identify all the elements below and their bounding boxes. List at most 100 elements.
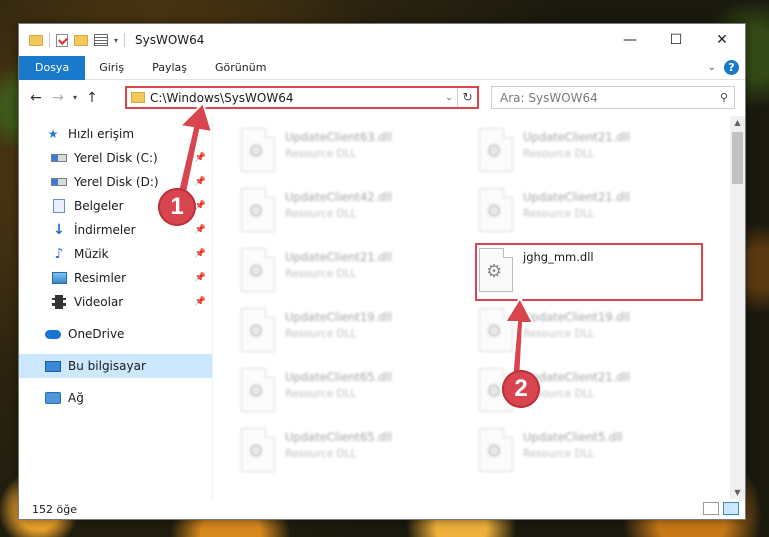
forward-button[interactable]: → — [47, 90, 69, 106]
dll-file-icon: ⚙ — [479, 308, 513, 352]
document-icon — [51, 198, 67, 214]
file-item[interactable]: ⚙ UpdateClient5.dll Resource DLL — [479, 426, 699, 482]
toolbar-divider — [124, 33, 126, 47]
tab-share[interactable]: Paylaş — [138, 56, 201, 80]
nav-label: İndirmeler — [74, 223, 136, 237]
pin-icon[interactable]: 📌 — [195, 297, 206, 307]
properties-check-icon[interactable] — [56, 33, 68, 47]
file-item[interactable]: ⚙ UpdateClient63.dll Resource DLL — [241, 126, 461, 182]
scroll-down-arrow-icon[interactable]: ▼ — [730, 488, 745, 497]
nav-item-pictures[interactable]: Resimler 📌 — [19, 266, 212, 290]
tiles-view-icon[interactable] — [723, 502, 739, 515]
address-dropdown-chevron-icon[interactable]: ⌄ — [441, 93, 457, 103]
nav-item-videos[interactable]: Videolar 📌 — [19, 290, 212, 314]
tab-home[interactable]: Giriş — [85, 56, 138, 80]
nav-quick-access[interactable]: ★ Hızlı erişim — [19, 122, 212, 146]
dll-file-icon: ⚙ — [241, 428, 275, 472]
scrollbar-thumb[interactable] — [732, 132, 743, 184]
dll-file-icon: ⚙ — [241, 188, 275, 232]
drive-icon — [51, 174, 67, 190]
nav-label: Müzik — [74, 247, 109, 261]
dll-file-icon: ⚙ — [479, 428, 513, 472]
nav-item-local-disk-c[interactable]: Yerel Disk (C:) 📌 — [19, 146, 212, 170]
target-file-highlight — [475, 243, 703, 301]
up-button[interactable]: ↑ — [81, 90, 103, 106]
status-bar: 152 öğe — [19, 499, 745, 519]
minimize-button[interactable]: — — [607, 24, 653, 56]
file-type: Resource DLL — [523, 328, 595, 340]
file-type: Resource DLL — [523, 448, 595, 460]
recent-locations-chevron-icon[interactable]: ▾ — [69, 93, 81, 102]
pin-icon[interactable]: 📌 — [195, 273, 206, 283]
file-type: Resource DLL — [285, 268, 357, 280]
nav-label: Belgeler — [74, 199, 124, 213]
back-button[interactable]: ← — [25, 90, 47, 106]
address-path[interactable]: C:\Windows\SysWOW64 — [150, 91, 441, 105]
refresh-icon[interactable]: ↻ — [457, 88, 477, 107]
nav-label: Videolar — [74, 295, 124, 309]
nav-onedrive[interactable]: OneDrive — [19, 322, 212, 346]
dll-file-icon: ⚙ — [241, 248, 275, 292]
item-count: 152 öğe — [32, 502, 77, 516]
dll-file-icon: ⚙ — [241, 368, 275, 412]
file-item[interactable]: ⚙ UpdateClient19.dll Resource DLL — [479, 306, 699, 362]
file-type: Resource DLL — [285, 148, 357, 160]
details-view-icon[interactable] — [703, 502, 719, 515]
close-button[interactable]: ✕ — [699, 24, 745, 56]
file-item[interactable]: ⚙ UpdateClient21.dll Resource DLL — [479, 186, 699, 242]
view-toggle — [703, 502, 739, 515]
dll-file-icon: ⚙ — [241, 308, 275, 352]
file-item[interactable]: ⚙ UpdateClient21.dll Resource DLL — [479, 126, 699, 182]
pin-icon[interactable]: 📌 — [195, 249, 206, 259]
new-folder-icon[interactable] — [74, 34, 88, 46]
nav-label: Yerel Disk (C:) — [74, 151, 158, 165]
video-icon — [51, 294, 67, 310]
pin-icon[interactable]: 📌 — [195, 225, 206, 235]
tab-view[interactable]: Görünüm — [201, 56, 280, 80]
pin-icon[interactable]: 📌 — [195, 153, 206, 163]
file-name: UpdateClient21.dll — [285, 250, 392, 264]
scroll-up-arrow-icon[interactable]: ▲ — [730, 118, 745, 127]
cloud-icon — [45, 326, 61, 342]
expand-ribbon-chevron-icon[interactable]: ⌄ — [708, 62, 716, 73]
pin-icon[interactable]: 📌 — [195, 201, 206, 211]
file-type: Resource DLL — [285, 388, 357, 400]
file-item[interactable]: ⚙ UpdateClient21.dll Resource DLL — [241, 246, 461, 302]
file-type: Resource DLL — [285, 448, 357, 460]
network-icon — [45, 390, 61, 406]
file-item[interactable]: ⚙ UpdateClient65.dll Resource DLL — [241, 426, 461, 482]
nav-item-music[interactable]: ♪ Müzik 📌 — [19, 242, 212, 266]
computer-icon — [45, 358, 61, 374]
file-name: UpdateClient19.dll — [523, 310, 630, 324]
address-bar[interactable]: C:\Windows\SysWOW64 ⌄ ↻ — [125, 86, 479, 109]
search-placeholder[interactable]: Ara: SysWOW64 — [500, 91, 714, 105]
window-title: SysWOW64 — [135, 33, 205, 47]
file-name: UpdateClient65.dll — [285, 430, 392, 444]
nav-label: Yerel Disk (D:) — [74, 175, 159, 189]
file-item[interactable]: ⚙ UpdateClient42.dll Resource DLL — [241, 186, 461, 242]
pin-icon[interactable]: 📌 — [195, 177, 206, 187]
nav-label: Bu bilgisayar — [68, 359, 146, 373]
help-icon[interactable]: ? — [724, 60, 739, 75]
tab-file[interactable]: Dosya — [19, 55, 86, 80]
vertical-scrollbar[interactable]: ▲ ▼ — [730, 116, 745, 499]
drive-icon — [51, 150, 67, 166]
nav-network[interactable]: Ağ — [19, 386, 212, 410]
file-item[interactable]: ⚙ UpdateClient19.dll Resource DLL — [241, 306, 461, 362]
nav-label: Resimler — [74, 271, 127, 285]
folder-icon — [131, 92, 145, 103]
file-name: UpdateClient19.dll — [285, 310, 392, 324]
file-name: UpdateClient42.dll — [285, 190, 392, 204]
window-controls: — ☐ ✕ — [607, 24, 745, 56]
dll-file-icon: ⚙ — [241, 128, 275, 172]
customize-toolbar-chevron-icon[interactable]: ▾ — [114, 36, 118, 45]
nav-this-pc[interactable]: Bu bilgisayar — [19, 354, 212, 378]
maximize-button[interactable]: ☐ — [653, 24, 699, 56]
toolbar-divider — [49, 33, 50, 47]
file-item[interactable]: ⚙ UpdateClient65.dll Resource DLL — [241, 366, 461, 422]
file-name: UpdateClient5.dll — [523, 430, 623, 444]
pictures-icon — [51, 270, 67, 286]
search-input[interactable]: Ara: SysWOW64 ⚲ — [491, 86, 735, 109]
properties-icon[interactable] — [94, 34, 108, 46]
search-icon[interactable]: ⚲ — [714, 91, 734, 104]
